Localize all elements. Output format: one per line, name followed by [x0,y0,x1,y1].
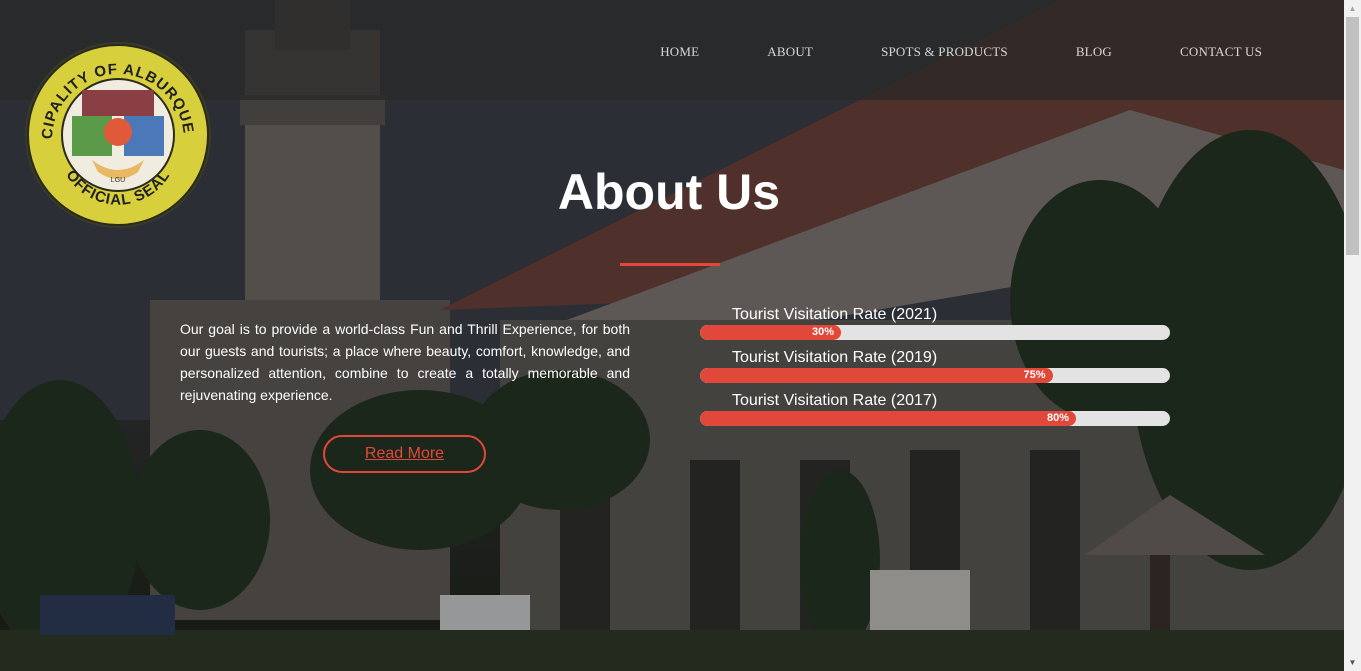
stat-2017: Tourist Visitation Rate (2017) 80% [700,392,1170,435]
main-nav: HOME ABOUT SPOTS & PRODUCTS BLOG CONTACT… [660,44,1262,60]
progress-fill: 30% [700,325,841,340]
visitation-stats: Tourist Visitation Rate (2021) 30% Touri… [700,306,1170,435]
nav-spots-products[interactable]: SPOTS & PRODUCTS [881,44,1008,60]
stat-label: Tourist Visitation Rate (2021) [732,306,938,323]
progress-percent: 80% [1046,412,1069,424]
read-more-button[interactable]: Read More [323,435,486,473]
nav-about[interactable]: ABOUT [767,44,813,60]
progress-percent: 30% [811,326,834,338]
progress-track: 30% [700,325,1170,340]
scroll-thumb[interactable] [1346,17,1359,255]
nav-home[interactable]: HOME [660,44,699,60]
title-divider [620,263,720,266]
scroll-up-arrow-icon[interactable]: ▲ [1344,0,1361,17]
scroll-down-arrow-icon[interactable]: ▼ [1344,654,1361,671]
progress-percent: 75% [1023,369,1046,381]
about-description: Our goal is to provide a world-class Fun… [180,321,630,403]
stat-2021: Tourist Visitation Rate (2021) 30% [700,306,1170,349]
nav-contact[interactable]: CONTACT US [1180,44,1262,60]
stat-2019: Tourist Visitation Rate (2019) 75% [700,349,1170,392]
progress-track: 75% [700,368,1170,383]
progress-track: 80% [700,411,1170,426]
stat-label: Tourist Visitation Rate (2017) [732,392,938,409]
page-scrollbar[interactable]: ▲ ▼ [1344,0,1361,671]
nav-blog[interactable]: BLOG [1076,44,1112,60]
page-title: About Us [557,164,781,220]
progress-fill: 80% [700,411,1076,426]
progress-fill: 75% [700,368,1053,383]
stat-label: Tourist Visitation Rate (2019) [732,349,938,366]
